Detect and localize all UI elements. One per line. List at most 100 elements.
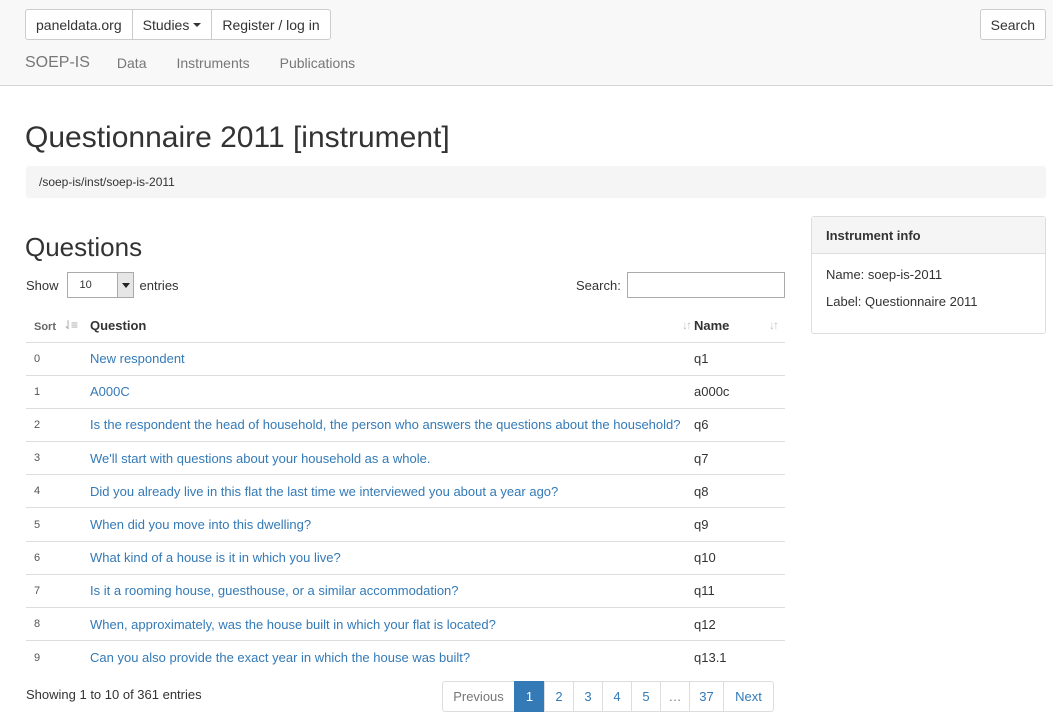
sort-cell: 4 — [26, 474, 90, 509]
table-row: 4 Did you already live in this flat the l… — [26, 474, 785, 509]
question-cell: Did you already live in this flat the la… — [90, 474, 694, 509]
question-link[interactable]: We'll start with questions about your ho… — [90, 451, 430, 466]
question-link[interactable]: Is the respondent the head of household,… — [90, 417, 680, 432]
name-column-header[interactable]: Name ↓↑ — [694, 309, 785, 343]
sort-cell: 5 — [26, 507, 90, 542]
question-cell: When did you move into this dwelling? — [90, 507, 694, 542]
page-number: 4 — [613, 689, 621, 704]
name-cell: q11 — [694, 574, 785, 609]
page-title: Questionnaire 2011 [instrument] — [25, 121, 450, 154]
name-cell: q10 — [694, 541, 785, 575]
sort-cell: 0 — [26, 342, 90, 376]
question-cell: Is it a rooming house, guesthouse, or a … — [90, 574, 694, 609]
name-cell: a000c — [694, 375, 785, 409]
show-label: Show — [26, 277, 59, 293]
sort-cell: 8 — [26, 607, 90, 642]
question-link[interactable]: When did you move into this dwelling? — [90, 517, 311, 532]
caret-down-icon — [193, 22, 202, 27]
question-cell: Can you also provide the exact year in w… — [90, 641, 694, 674]
table-row: 2 Is the respondent the head of household… — [26, 408, 785, 443]
question-link[interactable]: New respondent — [90, 351, 185, 366]
question-cell: When, approximately, was the house built… — [90, 607, 694, 642]
question-header-label: Question — [90, 317, 147, 333]
sort-ascending-icon: ⇃≡ — [63, 318, 78, 332]
question-cell: New respondent — [90, 342, 694, 376]
breadcrumb: /soep-is/inst/soep-is-2011 — [26, 166, 1046, 198]
question-link[interactable]: Can you also provide the exact year in w… — [90, 650, 470, 665]
studies-label: Studies — [142, 16, 190, 33]
questions-heading: Questions — [25, 232, 143, 262]
sort-cell: 3 — [26, 441, 90, 476]
page-2-button[interactable]: 2 — [544, 681, 574, 712]
table-search-input[interactable] — [626, 272, 785, 298]
question-cell: We'll start with questions about your ho… — [90, 441, 694, 476]
name-cell: q1 — [694, 342, 785, 376]
panel-heading: Instrument info — [812, 217, 1045, 254]
search-button[interactable]: Search — [979, 9, 1046, 40]
table-search-control: Search: — [576, 272, 785, 298]
sort-column-header[interactable]: Sort ⇃≡ — [26, 309, 90, 343]
study-nav: SOEP-IS Data Instruments Publications — [25, 54, 385, 72]
entries-select[interactable]: 10 — [66, 272, 134, 298]
name-cell: q8 — [694, 474, 785, 509]
question-column-header[interactable]: Question ↓↑ — [90, 309, 694, 343]
table-row: 8 When, approximately, was the house buil… — [26, 607, 785, 642]
page-number: 2 — [555, 689, 563, 704]
page-ellipsis: … — [660, 681, 690, 712]
ellipsis-label: … — [668, 689, 682, 704]
nav-data-link[interactable]: Data — [117, 55, 147, 71]
question-link[interactable]: What kind of a house is it in which you … — [90, 550, 341, 565]
nav-instruments-link[interactable]: Instruments — [176, 55, 249, 71]
question-cell: What kind of a house is it in which you … — [90, 541, 694, 575]
nav-publications-link[interactable]: Publications — [280, 55, 356, 71]
page-5-button[interactable]: 5 — [631, 681, 661, 712]
sort-cell: 1 — [26, 375, 90, 409]
table-row: 5 When did you move into this dwelling? q9 — [26, 507, 785, 542]
page-4-button[interactable]: 4 — [602, 681, 632, 712]
sort-cell: 7 — [26, 574, 90, 609]
studies-dropdown-button[interactable]: Studies — [131, 9, 213, 40]
next-label: Next — [735, 689, 762, 704]
entries-length-control: Show 10 entries — [26, 272, 179, 298]
question-link[interactable]: A000C — [90, 384, 130, 399]
register-login-label: Register / log in — [222, 16, 320, 33]
page-number: 37 — [699, 689, 714, 704]
paneldata-label: paneldata.org — [36, 16, 122, 33]
table-row: 6 What kind of a house is it in which you… — [26, 541, 785, 575]
next-page-button[interactable]: Next — [723, 681, 774, 712]
question-link[interactable]: When, approximately, was the house built… — [90, 617, 496, 632]
name-cell: q7 — [694, 441, 785, 476]
search-button-label: Search — [990, 16, 1035, 33]
page-3-button[interactable]: 3 — [573, 681, 603, 712]
question-link[interactable]: Is it a rooming house, guesthouse, or a … — [90, 583, 459, 598]
brand-link[interactable]: SOEP-IS — [25, 54, 90, 72]
name-cell: q12 — [694, 607, 785, 642]
question-cell: A000C — [90, 375, 694, 409]
table-row: 1 A000C a000c — [26, 375, 785, 409]
table-info: Showing 1 to 10 of 361 entries — [26, 687, 202, 702]
sort-both-icon: ↓↑ — [682, 318, 692, 332]
table-row: 7 Is it a rooming house, guesthouse, or a… — [26, 574, 785, 609]
question-link[interactable]: Did you already live in this flat the la… — [90, 484, 558, 499]
paneldata-button[interactable]: paneldata.org — [25, 9, 133, 40]
question-cell: Is the respondent the head of household,… — [90, 408, 694, 443]
name-cell: q6 — [694, 408, 785, 443]
name-cell: q9 — [694, 507, 785, 542]
page-37-button[interactable]: 37 — [689, 681, 724, 712]
top-navbar: paneldata.org Studies Register / log in … — [0, 0, 1053, 86]
sort-cell: 6 — [26, 541, 90, 575]
pagination: Previous 1 2 3 4 5 … 37 Next — [442, 681, 774, 712]
previous-page-button[interactable]: Previous — [442, 681, 515, 712]
table-row: 0 New respondent q1 — [26, 342, 785, 376]
table-row: 9 Can you also provide the exact year in … — [26, 641, 785, 674]
table-row: 3 We'll start with questions about your h… — [26, 441, 785, 476]
select-arrow-icon — [116, 273, 133, 297]
instrument-info-panel: Instrument info Name: soep-is-2011 Label… — [811, 216, 1046, 334]
table-header-row: Sort ⇃≡ Question ↓↑ Name ↓↑ — [26, 309, 785, 343]
page-number: 1 — [525, 689, 534, 704]
instrument-label: Label: Questionnaire 2011 — [826, 294, 978, 309]
name-header-label: Name — [694, 317, 730, 333]
register-login-button[interactable]: Register / log in — [211, 9, 331, 40]
page-1-button[interactable]: 1 — [514, 681, 545, 712]
sort-header-label: Sort — [34, 320, 56, 333]
